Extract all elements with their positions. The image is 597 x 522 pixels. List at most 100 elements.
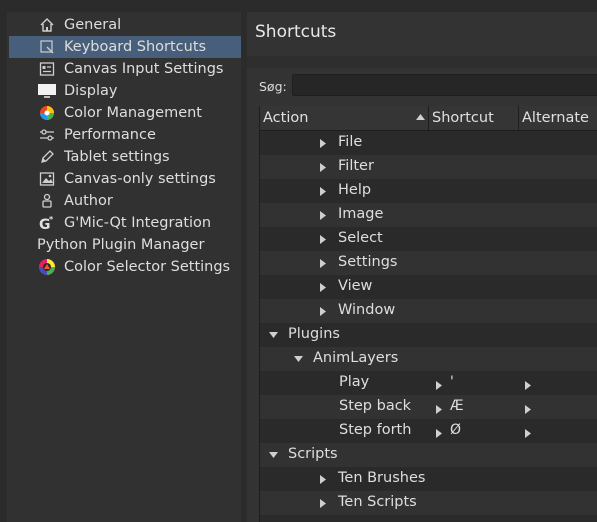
collapse-arrow-icon[interactable]	[268, 450, 278, 460]
tree-row[interactable]: Plugins	[260, 323, 597, 347]
home-icon	[38, 16, 56, 34]
monitor-icon	[38, 82, 56, 100]
tree-row[interactable]: AnimLayers	[260, 347, 597, 371]
collapse-arrow-icon[interactable]	[268, 330, 278, 340]
shortcuts-panel: Shortcuts Søg: Action Shortcut Alternate…	[247, 12, 597, 522]
sliders-icon	[38, 126, 56, 144]
search-input[interactable]	[292, 74, 597, 96]
tree-row-label: Help	[338, 182, 372, 198]
alternate-edit-arrow-icon[interactable]	[525, 402, 531, 418]
tree-row[interactable]: Ten Brushes	[260, 467, 597, 491]
tree-row-label: Play	[339, 374, 370, 390]
tree-row-label: Filter	[338, 158, 374, 174]
sidebar-item-python-plugin-manager[interactable]: Python Plugin Manager	[9, 234, 241, 256]
expand-arrow-icon[interactable]	[318, 282, 328, 292]
shortcut-cell[interactable]: Ø	[450, 422, 461, 438]
expand-arrow-icon[interactable]	[318, 138, 328, 148]
expand-arrow-icon[interactable]	[318, 186, 328, 196]
gmic-icon: G *	[38, 214, 56, 232]
sidebar-item-label: General	[64, 17, 122, 33]
column-header-shortcut-label: Shortcut	[432, 110, 494, 126]
title-separator	[247, 56, 597, 68]
sidebar-item-label: Tablet settings	[64, 149, 170, 165]
input-settings-icon	[38, 60, 56, 78]
expand-arrow-icon[interactable]	[318, 258, 328, 268]
sidebar-item-label: G'Mic-Qt Integration	[64, 215, 212, 231]
tree-row-label: File	[338, 134, 363, 150]
tree-row[interactable]: Window	[260, 299, 597, 323]
expand-arrow-icon[interactable]	[318, 306, 328, 316]
expand-arrow-icon[interactable]	[318, 210, 328, 220]
column-header-action-label: Action	[263, 110, 309, 126]
shortcut-cell[interactable]: '	[450, 374, 454, 390]
sidebar-item-label: Canvas-only settings	[64, 171, 216, 187]
expand-arrow-icon[interactable]	[318, 162, 328, 172]
person-icon	[38, 192, 56, 210]
sidebar-item-label: Performance	[64, 127, 156, 143]
tree-row-label: Step forth	[339, 422, 412, 438]
sidebar-item-performance[interactable]: Performance	[9, 124, 241, 146]
tree-row-label: Ten Scripts	[338, 494, 417, 510]
settings-sidebar: General Keyboard Shortcuts Canvas Input Se…	[7, 12, 241, 522]
tree-row-label: Window	[338, 302, 396, 318]
sidebar-item-label: Author	[64, 193, 113, 209]
sidebar-item-tablet-settings[interactable]: Tablet settings	[9, 146, 241, 168]
tree-row-label: Select	[338, 230, 383, 246]
tree-row[interactable]: Settings	[260, 251, 597, 275]
tree-row[interactable]: File	[260, 131, 597, 155]
expand-arrow-icon[interactable]	[318, 234, 328, 244]
sidebar-item-author[interactable]: Author	[9, 190, 241, 212]
tree-row[interactable]: Step forth Ø	[260, 419, 597, 443]
keyboard-icon	[38, 38, 56, 56]
shortcut-edit-arrow-icon[interactable]	[436, 378, 442, 394]
expand-arrow-icon[interactable]	[318, 498, 328, 508]
tree-row-label: Step back	[339, 398, 412, 414]
column-header-action[interactable]: Action	[260, 106, 429, 130]
shortcut-cell[interactable]: Æ	[450, 398, 464, 414]
tree-row[interactable]: Filter	[260, 155, 597, 179]
tree-row[interactable]: Select	[260, 227, 597, 251]
pen-icon	[38, 148, 56, 166]
tree-row-label: AnimLayers	[313, 350, 399, 366]
tree-row-label: Ten Brushes	[338, 470, 426, 486]
column-header-shortcut[interactable]: Shortcut	[429, 106, 519, 130]
tree-row[interactable]: View	[260, 275, 597, 299]
sidebar-item-keyboard-shortcuts[interactable]: Keyboard Shortcuts	[9, 36, 241, 58]
tree-row[interactable]: Scripts	[260, 443, 597, 467]
sidebar-item-label: Color Selector Settings	[64, 259, 231, 275]
sidebar-item-color-selector-settings[interactable]: Color Selector Settings	[9, 256, 241, 278]
page-title: Shortcuts	[255, 22, 337, 42]
alternate-edit-arrow-icon[interactable]	[525, 426, 531, 442]
sidebar-item-color-management[interactable]: Color Management	[9, 102, 241, 124]
svg-text:*: *	[49, 215, 54, 224]
shortcut-edit-arrow-icon[interactable]	[436, 426, 442, 442]
tree-header: Action Shortcut Alternate	[260, 106, 597, 131]
tree-row[interactable]: Play '	[260, 371, 597, 395]
tree-row-label: Image	[338, 206, 384, 222]
collapse-arrow-icon[interactable]	[293, 354, 303, 364]
tree-row-label: View	[338, 278, 373, 294]
tree-row-label: Settings	[338, 254, 398, 270]
tree-row[interactable]: Image	[260, 203, 597, 227]
sidebar-item-label: Color Management	[64, 105, 202, 121]
search-label: Søg:	[259, 79, 287, 94]
tree-row[interactable]: Step back Æ	[260, 395, 597, 419]
sidebar-item-general[interactable]: General	[9, 14, 241, 36]
sidebar-item-label: Keyboard Shortcuts	[64, 39, 207, 55]
shortcut-edit-arrow-icon[interactable]	[436, 402, 442, 418]
expand-arrow-icon[interactable]	[318, 474, 328, 484]
sidebar-item-display[interactable]: Display	[9, 80, 241, 102]
sidebar-item-canvas-input-settings[interactable]: Canvas Input Settings	[9, 58, 241, 80]
shortcuts-tree[interactable]: Action Shortcut Alternate File Filter Help…	[259, 106, 597, 522]
tree-row[interactable]: Ten Scripts	[260, 491, 597, 515]
tree-row[interactable]: Help	[260, 179, 597, 203]
column-header-alternate[interactable]: Alternate	[519, 106, 597, 130]
sidebar-item-label: Python Plugin Manager	[37, 237, 205, 253]
sidebar-item-g-mic-qt-integration[interactable]: G * G'Mic-Qt Integration	[9, 212, 241, 234]
column-header-alternate-label: Alternate	[522, 110, 589, 126]
sidebar-item-canvas-only-settings[interactable]: Canvas-only settings	[9, 168, 241, 190]
sort-ascending-icon	[416, 114, 425, 120]
alternate-edit-arrow-icon[interactable]	[525, 378, 531, 394]
tree-row-label: Scripts	[288, 446, 338, 462]
image-icon	[38, 170, 56, 188]
